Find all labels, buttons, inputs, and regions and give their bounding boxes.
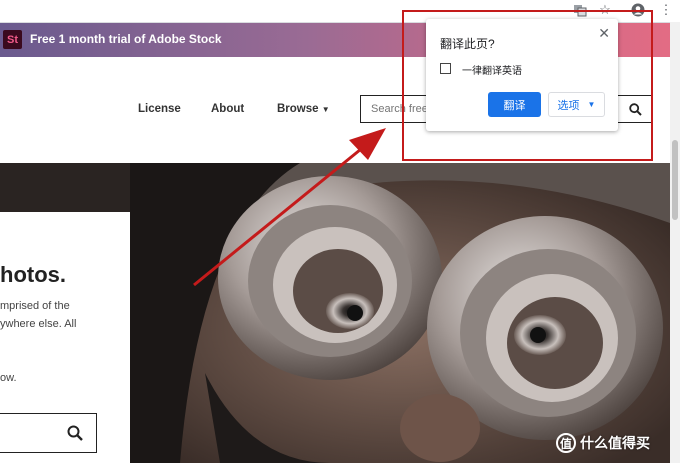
card-text-line-2: ywhere else. All bbox=[0, 318, 77, 330]
page-scrollbar[interactable] bbox=[670, 22, 680, 463]
nav-about[interactable]: About bbox=[211, 103, 244, 115]
card-heading: hotos. bbox=[0, 262, 66, 287]
caret-down-icon: ▼ bbox=[587, 100, 596, 109]
translate-popup: 翻译此页? ✕ 一律翻译英语 翻译 选项 ▼ bbox=[426, 19, 618, 131]
menu-kebab-icon[interactable]: ⋮ bbox=[660, 1, 673, 19]
watermark-text: 什么值得买 bbox=[580, 435, 650, 451]
banner-text[interactable]: Free 1 month trial of Adobe Stock bbox=[30, 32, 222, 46]
nav-license[interactable]: License bbox=[138, 103, 181, 115]
scrollbar-thumb[interactable] bbox=[672, 140, 678, 220]
always-translate-checkbox[interactable] bbox=[440, 63, 451, 74]
translate-button[interactable]: 翻译 bbox=[488, 92, 541, 117]
close-icon[interactable]: ✕ bbox=[598, 25, 610, 42]
card-text-line-1: mprised of the bbox=[0, 300, 70, 312]
search-icon bbox=[67, 425, 83, 441]
nav-browse-label: Browse bbox=[277, 103, 319, 115]
caret-down-icon: ▼ bbox=[321, 105, 330, 114]
options-label: 选项 bbox=[557, 99, 580, 112]
card-text-line-3: ow. bbox=[0, 372, 17, 384]
popup-title: 翻译此页? bbox=[440, 37, 495, 51]
adobe-stock-logo: St bbox=[3, 30, 22, 49]
card-search-box[interactable] bbox=[0, 413, 97, 453]
watermark: 值 什么值得买 bbox=[556, 433, 650, 453]
checkbox-label: 一律翻译英语 bbox=[462, 66, 522, 77]
options-button[interactable]: 选项 ▼ bbox=[548, 92, 605, 117]
nav-browse[interactable]: Browse ▼ bbox=[277, 103, 330, 115]
watermark-logo-icon: 值 bbox=[556, 433, 576, 453]
